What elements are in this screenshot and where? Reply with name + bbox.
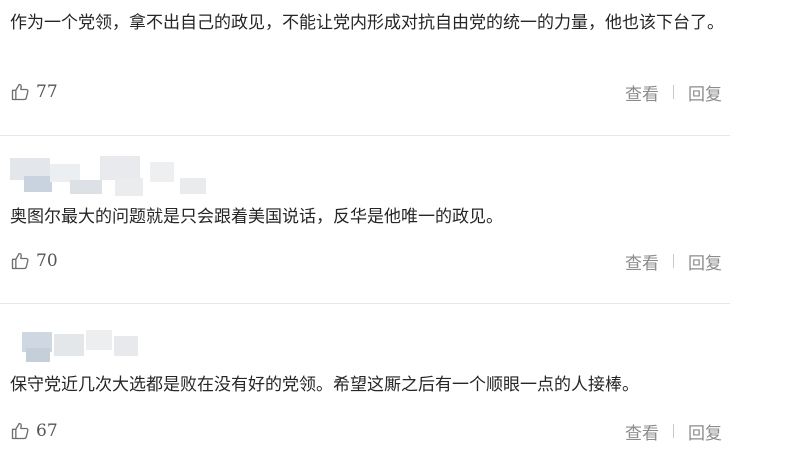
- blurred-username: [10, 154, 210, 200]
- view-button[interactable]: 查看: [625, 419, 659, 444]
- blurred-username: [10, 330, 150, 364]
- comment-text: 保守党近几次大选都是败在没有好的党领。希望这厮之后有一个顺眼一点的人接棒。: [10, 375, 639, 395]
- view-button[interactable]: 查看: [625, 249, 659, 274]
- comment-actions: 查看 回复: [625, 249, 722, 274]
- comment-actions: 查看 回复: [625, 419, 722, 444]
- comment-item: 保守党近几次大选都是败在没有好的党领。希望这厮之后有一个顺眼一点的人接棒。 67…: [0, 304, 728, 456]
- thumbs-up-icon: [10, 251, 30, 271]
- reply-button[interactable]: 回复: [688, 80, 722, 105]
- comment-text: 奥图尔最大的问题就是只会跟着美国说话，反华是他唯一的政见。: [10, 207, 503, 227]
- action-divider: [673, 85, 674, 99]
- view-button[interactable]: 查看: [625, 80, 659, 105]
- action-divider: [673, 424, 674, 438]
- like-count: 67: [36, 421, 58, 441]
- like-count: 77: [36, 82, 58, 102]
- comment-item: 奥图尔最大的问题就是只会跟着美国说话，反华是他唯一的政见。 70 查看 回复: [0, 136, 728, 304]
- comment-text: 作为一个党领，拿不出自己的政见，不能让党内形成对抗自由党的统一的力量，他也该下台…: [10, 13, 724, 33]
- like-button[interactable]: 67: [10, 419, 58, 443]
- action-divider: [673, 254, 674, 268]
- comment-item: 作为一个党领，拿不出自己的政见，不能让党内形成对抗自由党的统一的力量，他也该下台…: [0, 0, 728, 136]
- reply-button[interactable]: 回复: [688, 419, 722, 444]
- reply-button[interactable]: 回复: [688, 249, 722, 274]
- thumbs-up-icon: [10, 82, 30, 102]
- thumbs-up-icon: [10, 421, 30, 441]
- like-button[interactable]: 77: [10, 80, 58, 104]
- like-count: 70: [36, 251, 58, 271]
- comment-actions: 查看 回复: [625, 80, 722, 105]
- like-button[interactable]: 70: [10, 249, 58, 273]
